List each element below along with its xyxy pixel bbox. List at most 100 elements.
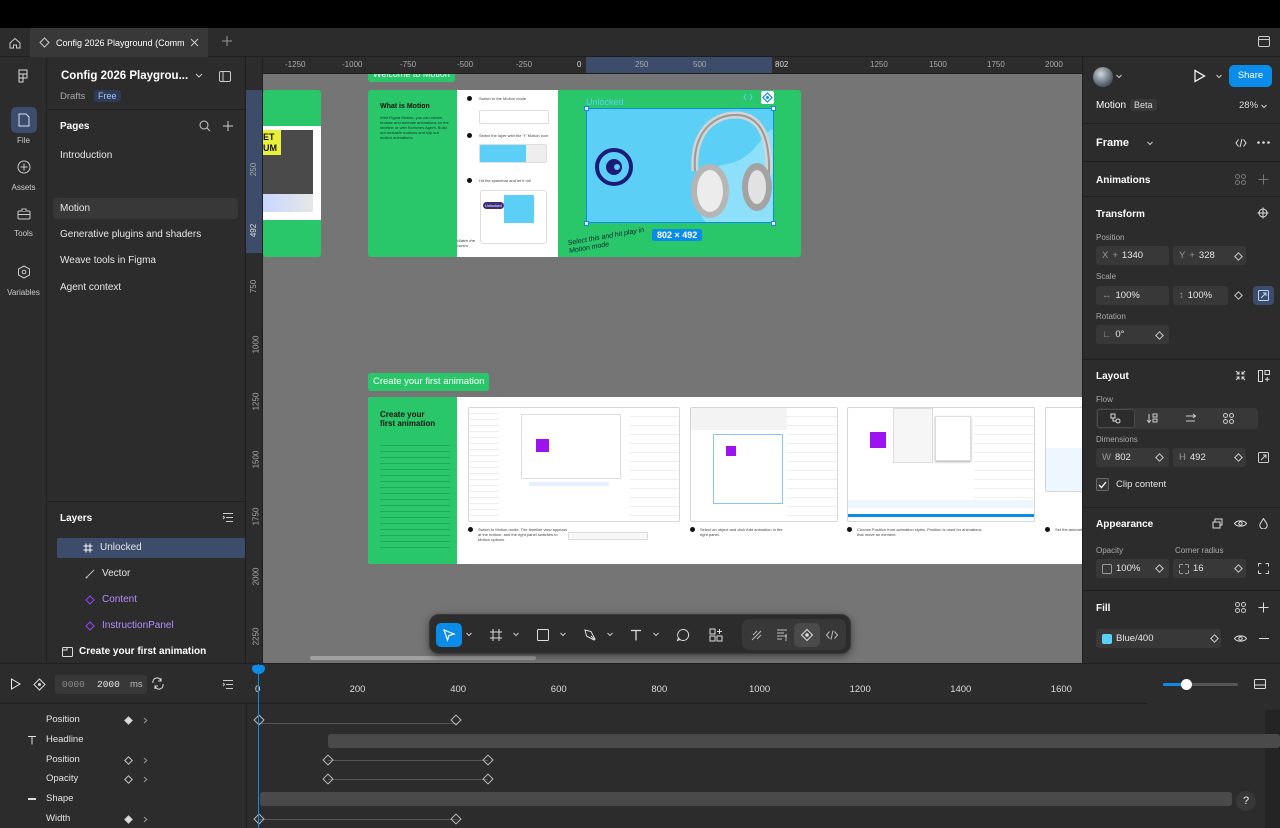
add-animation-icon[interactable] xyxy=(1258,174,1269,185)
file-name[interactable]: Config 2026 Playgrou... xyxy=(61,70,188,82)
actions-tool-icon[interactable] xyxy=(703,623,729,647)
comment-tool-icon[interactable] xyxy=(670,623,696,647)
loop-icon[interactable] xyxy=(151,677,165,690)
play-icon[interactable] xyxy=(10,678,21,690)
independent-corners-icon[interactable] xyxy=(1258,563,1269,574)
fill-style-field[interactable]: Blue/400 xyxy=(1096,629,1221,648)
chevron-down-icon[interactable] xyxy=(513,632,519,637)
rail-assets-button[interactable]: Assets xyxy=(0,154,47,192)
scale-lock-icon[interactable] xyxy=(1253,286,1274,305)
fill-styles-icon[interactable] xyxy=(1235,602,1246,613)
page-item[interactable]: Generative plugins and shaders xyxy=(53,224,238,245)
rectangle-tool-icon[interactable] xyxy=(530,623,556,647)
flow-horizontal-icon[interactable] xyxy=(1185,413,1197,424)
scale-width-field[interactable]: ↔ 100% xyxy=(1096,286,1169,305)
panel-layout-icon[interactable] xyxy=(219,71,231,82)
timeline-row[interactable]: Opacity xyxy=(0,769,246,789)
chevron-right-icon[interactable] xyxy=(143,757,148,764)
timeline-zoom-handle[interactable] xyxy=(1180,679,1192,690)
keyframe-toggle-icon[interactable] xyxy=(124,716,133,725)
animation-presets-icon[interactable] xyxy=(1235,174,1246,185)
timeline-row[interactable]: Position xyxy=(0,710,246,730)
timeline-row[interactable]: Width xyxy=(0,809,246,828)
zoom-level[interactable]: 28% xyxy=(1239,100,1258,111)
layer-row[interactable]: Unlocked xyxy=(57,538,245,558)
flow-toggle[interactable] xyxy=(1096,408,1258,429)
chevron-down-icon[interactable] xyxy=(607,632,613,637)
keyframe-diamond-icon[interactable] xyxy=(1210,634,1219,643)
timeline-row[interactable]: Headline xyxy=(0,730,246,750)
keyframe-diamond-icon[interactable] xyxy=(1234,291,1243,300)
code-icon[interactable] xyxy=(743,93,753,101)
flow-vertical-icon[interactable] xyxy=(1147,413,1158,424)
resize-to-fit-icon[interactable] xyxy=(1258,452,1269,463)
close-tab-icon[interactable] xyxy=(190,38,199,47)
layer-row[interactable]: Content xyxy=(57,590,245,610)
chevron-down-icon[interactable] xyxy=(195,73,203,79)
home-icon[interactable] xyxy=(7,35,23,51)
timeline-panel-icon[interactable] xyxy=(1254,679,1266,689)
figma-menu-icon[interactable] xyxy=(17,69,29,83)
chevron-down-icon[interactable] xyxy=(560,632,566,637)
page-item[interactable]: Weave tools in Figma xyxy=(53,250,238,271)
timeline-row[interactable]: Shape xyxy=(0,789,246,809)
crosshair-icon[interactable] xyxy=(1257,207,1269,219)
chevron-down-icon[interactable] xyxy=(1147,141,1153,146)
layout-grid-icon[interactable] xyxy=(1258,370,1270,382)
add-fill-icon[interactable] xyxy=(1258,602,1269,613)
shape-track[interactable] xyxy=(260,792,1232,806)
code-icon[interactable] xyxy=(1235,138,1247,148)
file-tab[interactable]: Config 2026 Playground (Commu xyxy=(30,28,208,57)
motion-mode-icon[interactable] xyxy=(794,623,820,647)
unlocked-frame[interactable] xyxy=(586,108,774,223)
timeline-zoom-slider[interactable] xyxy=(1163,679,1238,690)
page-item[interactable]: Motion xyxy=(53,198,238,219)
styles-icon[interactable] xyxy=(1212,518,1223,529)
page-item[interactable]: Agent context xyxy=(53,277,238,298)
partial-frame[interactable]: ET UM xyxy=(263,90,321,257)
new-tab-icon[interactable] xyxy=(221,35,233,47)
move-tool-icon[interactable] xyxy=(436,623,462,647)
draw-mode-icon[interactable] xyxy=(744,623,770,647)
chevron-right-icon[interactable] xyxy=(143,816,148,823)
eye-icon[interactable] xyxy=(1234,519,1247,528)
dev-mode-icon[interactable] xyxy=(819,623,845,647)
headline-track[interactable] xyxy=(328,734,1280,748)
layer-row[interactable]: InstructionPanel xyxy=(57,616,245,636)
keyframe-diamond-icon[interactable] xyxy=(1155,564,1164,573)
flow-grid-icon[interactable] xyxy=(1223,413,1234,424)
collapse-layers-icon[interactable] xyxy=(222,679,234,690)
canvas-scrollbar[interactable] xyxy=(310,656,536,660)
rail-file-button[interactable]: File xyxy=(0,107,47,145)
keyframe-toggle-icon[interactable] xyxy=(124,775,133,784)
keyframe-diamond-icon[interactable] xyxy=(1234,252,1243,261)
frame-tool-icon[interactable] xyxy=(483,623,509,647)
help-button[interactable]: ? xyxy=(1236,791,1256,811)
frame-type[interactable]: Frame xyxy=(1096,137,1129,149)
section-label-welcome[interactable]: Welcome to Motion xyxy=(368,74,455,82)
section-label-create[interactable]: Create your first animation xyxy=(368,373,490,391)
collapse-layers-icon[interactable] xyxy=(222,512,234,523)
layer-row[interactable]: Vector xyxy=(57,564,245,584)
canvas[interactable]: ET UM Welcome to Motion What is Motion W… xyxy=(263,74,1082,663)
play-icon[interactable] xyxy=(1193,69,1206,83)
timeline-row[interactable]: Position xyxy=(0,750,246,770)
x-position-field[interactable]: X +1340 xyxy=(1096,246,1169,265)
design-mode-icon[interactable] xyxy=(769,623,795,647)
eye-icon[interactable] xyxy=(1234,634,1247,643)
keyframe-toggle-icon[interactable] xyxy=(124,815,133,824)
timeline-end[interactable]: 2000 xyxy=(97,679,120,690)
rail-variables-button[interactable]: Variables xyxy=(0,259,47,297)
keyframe-diamond-icon[interactable] xyxy=(33,678,46,691)
share-button[interactable]: Share xyxy=(1229,65,1272,87)
blend-drop-icon[interactable] xyxy=(1259,518,1268,529)
clip-content-checkbox[interactable] xyxy=(1096,478,1109,491)
keyframe-toggle-icon[interactable] xyxy=(124,756,133,765)
collapse-icon[interactable] xyxy=(1235,370,1246,381)
section-create[interactable]: Create your first animation Switch to Mo… xyxy=(368,397,1082,564)
keyframe-diamond-icon[interactable] xyxy=(1234,453,1243,462)
pen-tool-icon[interactable] xyxy=(577,623,603,647)
flow-freeform-icon[interactable] xyxy=(1110,413,1121,424)
file-location[interactable]: Drafts xyxy=(60,91,85,102)
keyframe-diamond-icon[interactable] xyxy=(1234,564,1243,573)
